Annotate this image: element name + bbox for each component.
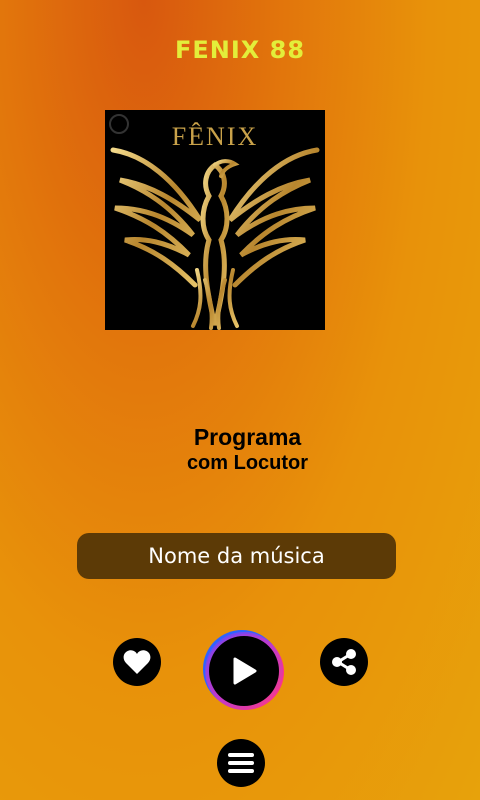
share-button[interactable] <box>320 638 368 686</box>
app-title: FENIX 88 <box>174 36 306 64</box>
share-icon <box>332 649 356 675</box>
menu-icon <box>228 753 254 773</box>
song-name-bar: Nome da música <box>77 533 396 579</box>
album-cover: FÊNIX <box>105 110 325 330</box>
program-host: com Locutor <box>186 452 309 474</box>
cover-logo-text: FÊNIX <box>171 122 259 151</box>
play-button[interactable] <box>203 630 284 710</box>
play-icon <box>233 657 257 685</box>
program-title: Programa <box>193 424 302 450</box>
heart-icon <box>123 650 151 674</box>
menu-button[interactable] <box>217 739 265 787</box>
program-info: Programa com Locutor <box>0 424 480 476</box>
play-core <box>209 636 279 706</box>
like-button[interactable] <box>113 638 161 686</box>
